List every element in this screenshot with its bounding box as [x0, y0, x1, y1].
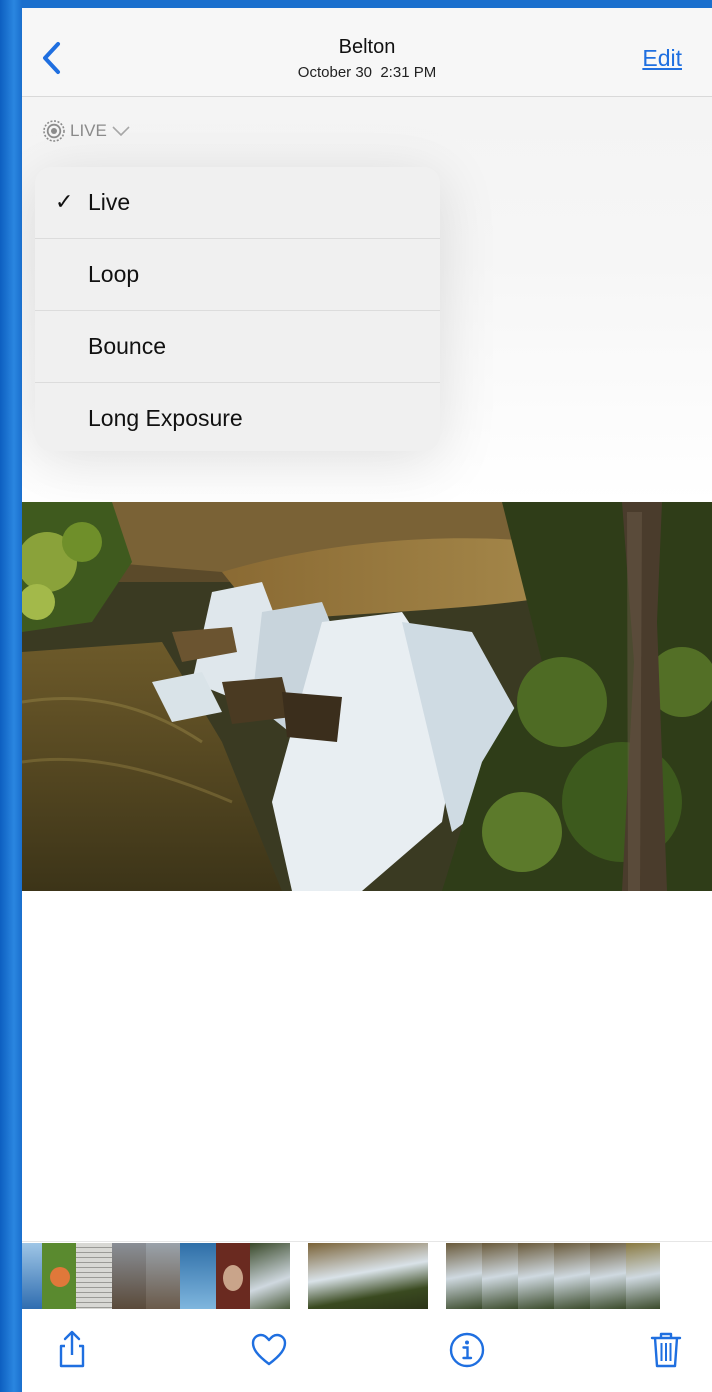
checkmark-icon: ✓ — [55, 189, 74, 214]
photo-filmstrip[interactable] — [22, 1241, 712, 1310]
thumbnail[interactable] — [250, 1243, 290, 1309]
navigation-bar: Belton October 30 2:31 PM Edit — [22, 8, 712, 97]
menu-item-loop[interactable]: Loop — [35, 239, 440, 311]
menu-item-label: Live — [88, 189, 131, 215]
menu-item-long-exposure[interactable]: Long Exposure — [35, 383, 440, 451]
thumbnail-image — [50, 1267, 70, 1287]
menu-item-bounce[interactable]: Bounce — [35, 311, 440, 383]
thumbnail[interactable] — [482, 1243, 518, 1309]
thumbnail[interactable] — [22, 1243, 42, 1309]
bottom-toolbar — [22, 1310, 712, 1392]
info-button[interactable] — [445, 1328, 489, 1372]
share-button[interactable] — [50, 1328, 94, 1372]
heart-icon — [251, 1333, 287, 1366]
photo-date-subtitle: October 30 2:31 PM — [297, 64, 437, 81]
thumbnail[interactable] — [216, 1243, 250, 1309]
trash-icon — [650, 1332, 682, 1368]
thumbnail[interactable] — [446, 1243, 482, 1309]
waterfall-photo-image — [22, 502, 712, 891]
thumbnail[interactable] — [554, 1243, 590, 1309]
thumbnail[interactable] — [112, 1243, 146, 1309]
photo-location-title: Belton — [338, 36, 396, 58]
photos-app-window: Belton October 30 2:31 PM Edit LIVE ✓ Li… — [22, 8, 712, 1392]
info-icon — [449, 1332, 485, 1368]
edit-button[interactable]: Edit — [642, 45, 682, 72]
live-badge-label: LIVE — [70, 121, 107, 140]
thumbnail[interactable] — [76, 1243, 112, 1309]
main-photo[interactable] — [22, 502, 712, 891]
current-thumbnail[interactable] — [308, 1243, 428, 1309]
chevron-down-icon — [112, 126, 130, 137]
menu-item-label: Loop — [88, 261, 140, 287]
menu-item-label: Bounce — [88, 333, 167, 359]
favorite-button[interactable] — [247, 1328, 291, 1372]
live-photo-mode-button[interactable]: LIVE — [42, 118, 131, 144]
thumbnail[interactable] — [626, 1243, 660, 1309]
live-photo-icon — [43, 120, 65, 142]
delete-button[interactable] — [644, 1328, 688, 1372]
menu-item-live[interactable]: ✓ Live — [35, 167, 440, 239]
live-mode-menu: ✓ Live Loop Bounce Long Exposure — [35, 167, 440, 451]
menu-item-label: Long Exposure — [88, 405, 243, 431]
thumbnail[interactable] — [518, 1243, 554, 1309]
thumbnail[interactable] — [590, 1243, 626, 1309]
thumbnail[interactable] — [180, 1243, 216, 1309]
thumbnail-image — [223, 1265, 243, 1291]
thumbnail[interactable] — [42, 1243, 76, 1309]
share-icon — [59, 1330, 85, 1368]
thumbnail[interactable] — [146, 1243, 180, 1309]
